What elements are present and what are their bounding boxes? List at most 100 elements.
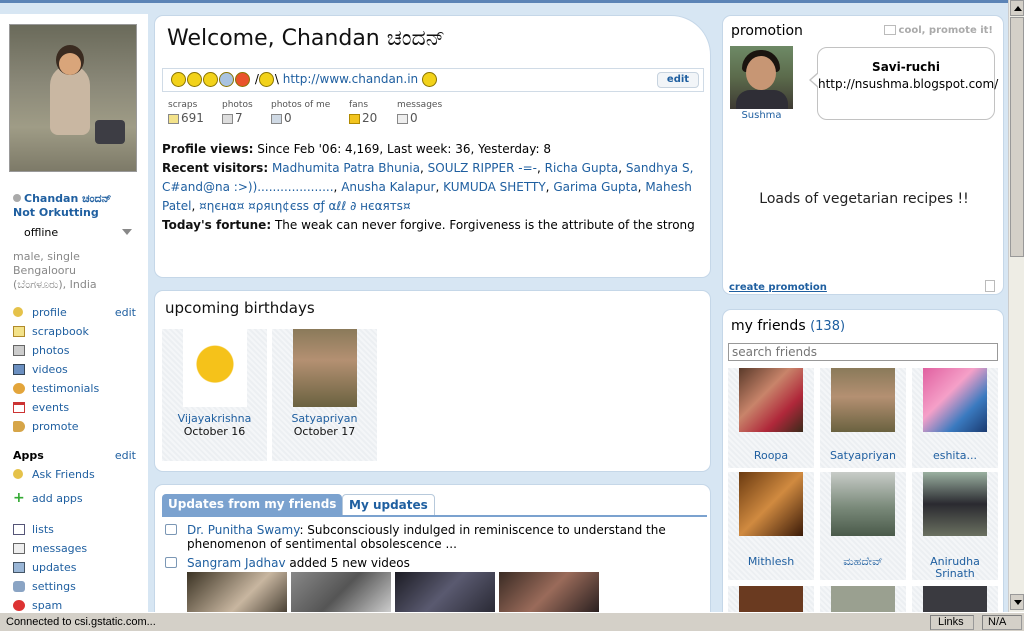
visitor-link[interactable]: Anusha Kalapur: [341, 180, 435, 194]
edit-apps-link[interactable]: edit: [115, 446, 136, 465]
friend-avatar[interactable]: [831, 586, 895, 614]
vertical-scrollbar[interactable]: [1008, 0, 1024, 612]
visitor-link[interactable]: ¤ηєнα¤ ¤ρяιη¢єѕѕ σƒ αℓℓ ∂ нєαятѕ¤: [199, 199, 410, 213]
birthday-card[interactable]: Satyapriyan October 17: [272, 329, 377, 461]
edit-mood-button[interactable]: edit: [657, 72, 699, 88]
video-thumbnail[interactable]: [499, 572, 599, 612]
edit-profile-link[interactable]: edit: [115, 303, 136, 322]
homepage-link[interactable]: http://www.chandan.in: [283, 72, 418, 86]
nav-testimonials[interactable]: testimonials: [13, 379, 143, 398]
friend-avatar[interactable]: [923, 586, 987, 614]
update-author[interactable]: Sangram Jadhav: [187, 556, 286, 570]
birthday-name[interactable]: Vijayakrishna: [162, 412, 267, 425]
nav-profile[interactable]: profile edit: [13, 303, 143, 322]
friend-name[interactable]: ಮಹದೇವ್: [820, 556, 906, 568]
birthday-name[interactable]: Satyapriyan: [272, 412, 377, 425]
friend-card[interactable]: Anirudha Srinath: [912, 472, 998, 580]
friend-card[interactable]: [912, 586, 998, 614]
info-city: Bengalooru: [13, 264, 77, 277]
friend-name[interactable]: Mithlesh: [728, 556, 814, 568]
person-icon: [13, 469, 23, 479]
nav-add-apps[interactable]: + add apps: [13, 489, 143, 508]
scroll-up-button[interactable]: [1010, 0, 1024, 16]
friend-card[interactable]: [820, 586, 906, 614]
visitor-link[interactable]: SOULZ RIPPER -=-: [428, 161, 537, 175]
nav-events[interactable]: events: [13, 398, 143, 417]
birthdays-panel: upcoming birthdays Vijayakrishna October…: [154, 290, 711, 472]
nav-videos[interactable]: videos: [13, 360, 143, 379]
friend-avatar[interactable]: [831, 368, 895, 432]
nav-lists[interactable]: lists: [13, 520, 143, 539]
nav-scrapbook[interactable]: scrapbook: [13, 322, 143, 341]
friend-card[interactable]: Roopa: [728, 368, 814, 468]
promoter-name[interactable]: Sushma: [730, 110, 793, 121]
video-thumbnail[interactable]: [291, 572, 391, 612]
bubble-tail-inner: [811, 73, 819, 87]
promotion-url[interactable]: http://nsushma.blogspot.com/: [818, 77, 998, 91]
links-label[interactable]: Links: [938, 616, 964, 628]
mood-row: / \ http://www.chandan.in: [171, 72, 438, 87]
friend-avatar[interactable]: [739, 472, 803, 536]
friend-card[interactable]: [728, 586, 814, 614]
apps-nav: Apps edit Ask Friends + add apps: [13, 446, 143, 508]
nav-photos[interactable]: photos: [13, 341, 143, 360]
stat-photos-of-me[interactable]: photos of me 0: [271, 100, 341, 125]
friend-avatar[interactable]: [831, 472, 895, 536]
tab-updates-from-friends[interactable]: Updates from my friends: [162, 494, 343, 516]
friend-avatar[interactable]: [739, 368, 803, 432]
friend-avatar[interactable]: [739, 586, 803, 614]
create-promotion-link[interactable]: create promotion: [729, 282, 827, 293]
video-thumbnail[interactable]: [187, 572, 287, 612]
friend-name[interactable]: Roopa: [728, 450, 814, 462]
promotion-panel: promotion cool, promote it! Sushma Savi-…: [722, 15, 1004, 295]
friend-card[interactable]: eshita...: [912, 368, 998, 468]
nav-promote[interactable]: promote: [13, 417, 143, 436]
smiley-dance-icon: [258, 72, 274, 87]
search-friends-input[interactable]: [728, 343, 998, 361]
friend-avatar[interactable]: [923, 472, 987, 536]
promote-cta[interactable]: cool, promote it!: [883, 25, 993, 36]
tag-icon: [271, 113, 282, 124]
visitor-link[interactable]: Madhumita Patra Bhunia: [272, 161, 420, 175]
friend-card[interactable]: Satyapriyan: [820, 368, 906, 468]
friend-name[interactable]: Satyapriyan: [820, 450, 906, 462]
friend-card[interactable]: ಮಹದೇವ್: [820, 472, 906, 580]
birthday-card[interactable]: Vijayakrishna October 16: [162, 329, 267, 461]
profile-subtitle: Not Orkutting: [13, 206, 99, 219]
nav-messages[interactable]: messages: [13, 539, 143, 558]
smiley-wink-icon: [187, 72, 202, 87]
promotion-bubble[interactable]: Savi-ruchi http://nsushma.blogspot.com/: [817, 47, 998, 120]
visitor-link[interactable]: Richa Gupta: [545, 161, 619, 175]
profile-name[interactable]: Chandan ಚಂದನ್: [24, 192, 111, 205]
birthday-avatar[interactable]: [293, 329, 357, 407]
friend-name[interactable]: Anirudha Srinath: [912, 556, 998, 580]
scroll-thumb[interactable]: [1010, 17, 1024, 257]
stat-messages[interactable]: messages 0: [397, 100, 467, 125]
status-select[interactable]: offline: [24, 226, 134, 239]
browser-status-bar: Connected to csi.gstatic.com... Links N/…: [0, 612, 1024, 631]
nav-ask-friends[interactable]: Ask Friends: [13, 465, 143, 484]
update-author[interactable]: Dr. Punitha Swamy: [187, 523, 299, 537]
friend-name[interactable]: eshita...: [912, 450, 998, 462]
friends-count[interactable]: (138): [810, 319, 845, 334]
profile-photo[interactable]: [9, 24, 137, 172]
birthday-avatar[interactable]: [183, 329, 247, 407]
trash-icon[interactable]: [985, 280, 995, 292]
nav-settings[interactable]: settings: [13, 577, 143, 596]
video-thumbnail[interactable]: [395, 572, 495, 612]
visitor-link[interactable]: KUMUDA SHETTY: [443, 180, 546, 194]
film-icon: [13, 364, 25, 375]
nav-updates[interactable]: updates: [13, 558, 143, 577]
mood-box: / \ http://www.chandan.in edit: [162, 68, 704, 92]
tab-my-updates[interactable]: My updates: [342, 494, 435, 516]
mood-backslash: \: [274, 72, 279, 86]
profile-info: male, single Bengalooru (ಬೆಂಗಳೂರು), Indi…: [13, 250, 143, 292]
status-dot-icon: [13, 194, 21, 202]
scroll-down-button[interactable]: [1010, 594, 1024, 610]
friend-avatar[interactable]: [923, 368, 987, 432]
info-gender: male, single: [13, 250, 80, 263]
friend-card[interactable]: Mithlesh: [728, 472, 814, 580]
visitor-link[interactable]: Garima Gupta: [553, 180, 637, 194]
promoter-avatar[interactable]: [730, 46, 793, 109]
updates-icon: [13, 562, 25, 573]
